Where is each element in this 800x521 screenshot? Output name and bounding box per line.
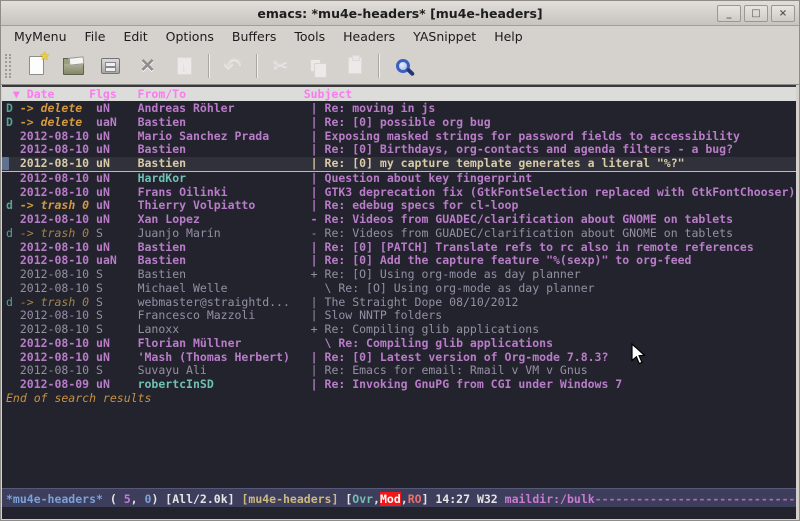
menu-help[interactable]: Help <box>485 26 532 47</box>
menu-options[interactable]: Options <box>157 26 223 47</box>
message-row[interactable]: 2012-08-10 uN Bastien | Re: [0] my captu… <box>2 157 796 172</box>
toolbar-grip-handle[interactable] <box>5 54 11 78</box>
paste-button[interactable] <box>336 51 373 81</box>
undo-icon <box>223 53 241 79</box>
minimize-button[interactable]: _ <box>717 5 741 22</box>
message-row[interactable]: 2012-08-09 uN robertcInSD | Re: Invoking… <box>2 378 796 392</box>
close-buffer-button[interactable] <box>129 51 166 81</box>
save-as-button[interactable] <box>166 51 203 81</box>
emacs-window: emacs: *mu4e-headers* [mu4e-headers] _□×… <box>0 0 800 521</box>
message-row[interactable]: 2012-08-10 uN Frans Oilinki | GTK3 depre… <box>2 186 796 200</box>
modeline-content: *mu4e-headers* ( 5, 0) [All/2.0k] [mu4e-… <box>6 492 795 506</box>
message-row[interactable]: 2012-08-10 uaN Bastien | Re: [0] Add the… <box>2 254 796 268</box>
window-title: emacs: *mu4e-headers* [mu4e-headers] <box>257 6 542 21</box>
modeline: *mu4e-headers* ( 5, 0) [All/2.0k] [mu4e-… <box>2 488 796 507</box>
menu-yasnippet[interactable]: YASnippet <box>404 26 485 47</box>
echo-area[interactable] <box>2 507 796 519</box>
paste-icon <box>348 57 362 74</box>
menu-headers[interactable]: Headers <box>334 26 404 47</box>
message-row[interactable]: 2012-08-10 uN Florian Müllner \ Re: Comp… <box>2 337 796 351</box>
copy-icon <box>310 59 321 72</box>
message-row[interactable]: 2012-08-10 S Bastien + Re: [O] Using org… <box>2 268 796 282</box>
message-row[interactable]: D -> delete uaN Bastien | Re: [0] possib… <box>2 116 796 130</box>
message-row[interactable]: 2012-08-10 S Suvayu Ali | Re: Emacs for … <box>2 364 796 378</box>
toolbar-buttons <box>18 51 421 81</box>
message-row[interactable]: 2012-08-10 uN Bastien | Re: [0] [PATCH] … <box>2 241 796 255</box>
message-row[interactable]: D -> delete uN Andreas Röhler | Re: movi… <box>2 102 796 116</box>
end-of-results-label: End of search results <box>2 392 796 406</box>
headers-buffer[interactable]: D -> delete uN Andreas Röhler | Re: movi… <box>2 101 796 488</box>
message-row[interactable]: 2012-08-10 uN Mario Sanchez Prada | Expo… <box>2 130 796 144</box>
menubar: MyMenuFileEditOptionsBuffersToolsHeaders… <box>1 26 799 47</box>
scrollbar-thumb[interactable] <box>2 157 9 170</box>
new-file-icon <box>29 56 44 75</box>
toolbar <box>1 47 799 85</box>
cut-icon <box>273 55 288 76</box>
mouse-cursor <box>631 343 649 367</box>
toolbar-separator <box>256 54 257 78</box>
toolbar-separator <box>378 54 379 78</box>
close-button[interactable]: × <box>771 5 795 22</box>
message-row[interactable]: 2012-08-10 uN 'Mash (Thomas Herbert) | R… <box>2 351 796 365</box>
message-row[interactable]: 2012-08-10 uN HardKor | Question about k… <box>2 172 796 186</box>
search-icon <box>396 59 410 73</box>
message-row[interactable]: 2012-08-10 S Francesco Mazzoli | Slow NN… <box>2 309 796 323</box>
message-row[interactable]: 2012-08-10 S Lanoxx + Re: Compiling glib… <box>2 323 796 337</box>
menu-edit[interactable]: Edit <box>114 26 156 47</box>
message-list: D -> delete uN Andreas Röhler | Re: movi… <box>2 101 796 392</box>
maximize-button[interactable]: □ <box>744 5 768 22</box>
save-file-button[interactable] <box>92 51 129 81</box>
copy-button[interactable] <box>299 51 336 81</box>
message-row[interactable]: 2012-08-10 S Michael Welle \ Re: [O] Usi… <box>2 282 796 296</box>
menu-file[interactable]: File <box>76 26 115 47</box>
save-as-icon <box>177 57 192 75</box>
cut-button[interactable] <box>262 51 299 81</box>
toolbar-separator <box>208 54 209 78</box>
open-file-button[interactable] <box>55 51 92 81</box>
headers-column-header: ▼ Date Flgs From/To Subject <box>2 85 796 101</box>
open-file-icon <box>63 62 84 75</box>
search-button[interactable] <box>384 51 421 81</box>
menu-buffers[interactable]: Buffers <box>223 26 285 47</box>
menu-tools[interactable]: Tools <box>285 26 334 47</box>
message-row[interactable]: d -> trash 0 uN Thierry Volpiatto | Re: … <box>2 199 796 213</box>
window-buttons: _□× <box>717 5 795 22</box>
titlebar[interactable]: emacs: *mu4e-headers* [mu4e-headers] _□× <box>1 1 799 26</box>
menu-mymenu[interactable]: MyMenu <box>5 26 76 47</box>
message-row[interactable]: 2012-08-10 uN Bastien | Re: [0] Birthday… <box>2 143 796 157</box>
new-file-button[interactable] <box>18 51 55 81</box>
message-row[interactable]: d -> trash 0 S Juanjo Marín - Re: Videos… <box>2 227 796 241</box>
close-buffer-icon <box>140 56 154 76</box>
message-row[interactable]: 2012-08-10 uN Xan Lopez - Re: Videos fro… <box>2 213 796 227</box>
undo-button[interactable] <box>214 51 251 81</box>
save-file-icon <box>101 58 120 74</box>
message-row[interactable]: d -> trash 0 S webmaster@straightd... | … <box>2 296 796 310</box>
